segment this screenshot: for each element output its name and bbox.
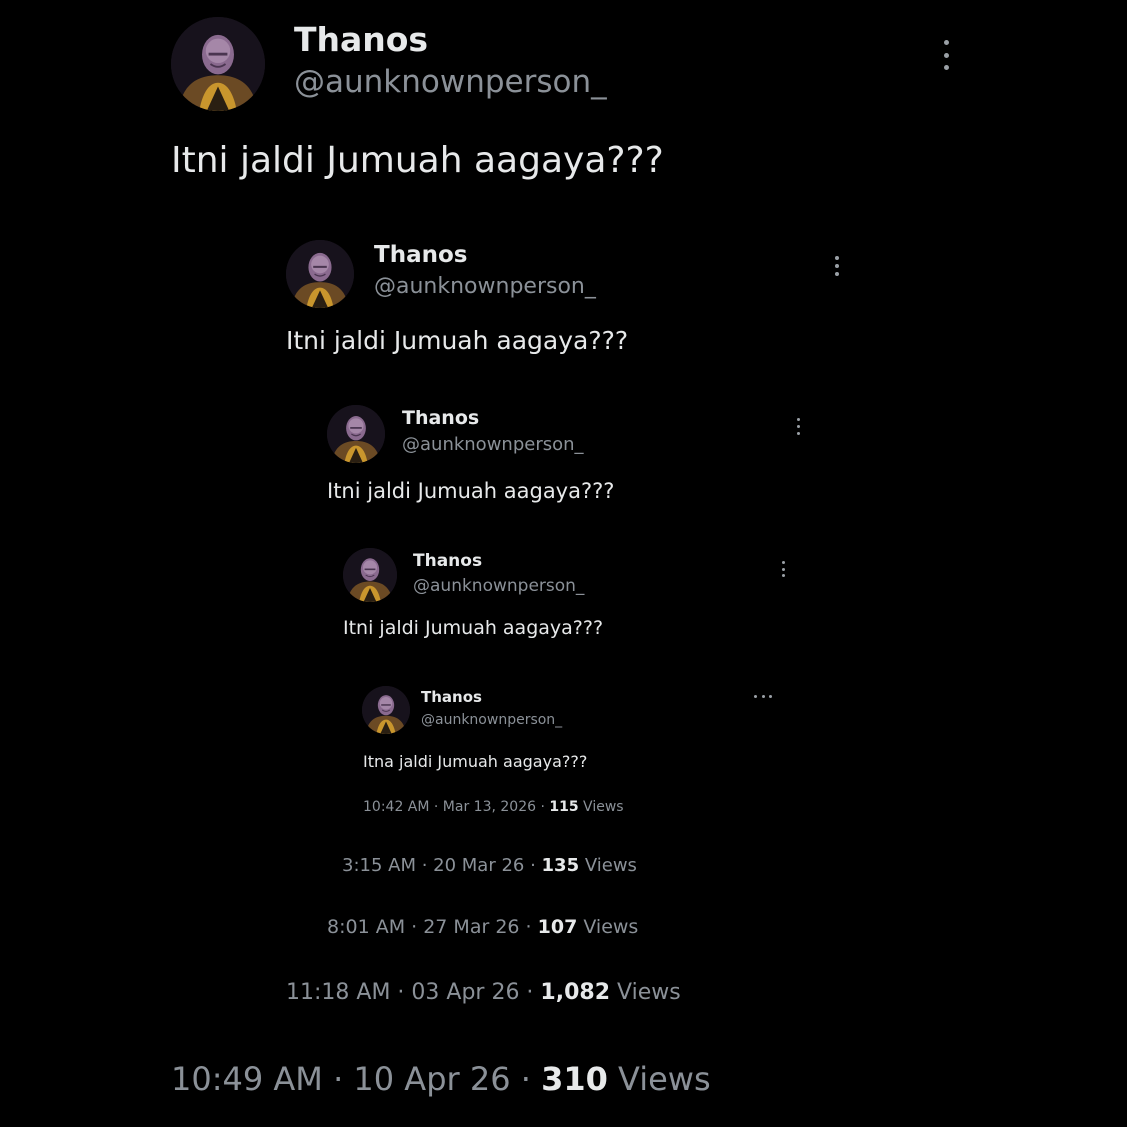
username-handle[interactable]: @aunknownperson_ (294, 64, 607, 100)
views-label: Views (610, 980, 681, 1005)
avatar[interactable] (327, 405, 385, 463)
more-vertical-icon[interactable] (832, 256, 842, 276)
tweet-text: Itni jaldi Jumuah aagaya??? (286, 326, 629, 355)
views-count: 310 (541, 1060, 608, 1098)
display-name[interactable]: Thanos (421, 688, 482, 706)
more-vertical-icon[interactable] (779, 561, 787, 577)
tweet-timestamp-views[interactable]: 8:01 AM · 27 Mar 26 · 107 Views (327, 916, 638, 938)
thanos-avatar-image (171, 17, 265, 111)
username-handle[interactable]: @aunknownperson_ (413, 576, 584, 596)
more-vertical-icon[interactable] (940, 40, 952, 70)
tweet-timestamp-views[interactable]: 10:49 AM · 10 Apr 26 · 310 Views (171, 1060, 711, 1098)
username-handle[interactable]: @aunknownperson_ (421, 712, 562, 728)
avatar[interactable] (286, 240, 354, 308)
tweet-timestamp-views[interactable]: 10:42 AM · Mar 13, 2026 · 115 Views (363, 799, 624, 815)
avatar[interactable] (362, 686, 410, 734)
more-vertical-icon[interactable] (794, 418, 802, 435)
display-name[interactable]: Thanos (374, 242, 467, 268)
tweet-timestamp-views[interactable]: 3:15 AM · 20 Mar 26 · 135 Views (342, 855, 637, 876)
views-label: Views (579, 855, 637, 876)
timestamp: 8:01 AM · 27 Mar 26 · (327, 916, 538, 938)
timestamp: 10:49 AM · 10 Apr 26 · (171, 1060, 542, 1098)
display-name[interactable]: Thanos (413, 551, 482, 571)
views-label: Views (607, 1060, 711, 1098)
thanos-avatar-image (362, 686, 410, 734)
timestamp: 3:15 AM · 20 Mar 26 · (342, 855, 542, 876)
avatar[interactable] (171, 17, 265, 111)
thanos-avatar-image (327, 405, 385, 463)
avatar[interactable] (343, 548, 397, 602)
timestamp: 11:18 AM · 03 Apr 26 · (286, 980, 541, 1005)
more-horizontal-icon[interactable] (754, 694, 772, 698)
views-count: 115 (549, 799, 579, 815)
tweet-text: Itni jaldi Jumuah aagaya??? (343, 617, 604, 639)
tweet-text: Itni jaldi Jumuah aagaya??? (327, 479, 615, 503)
tweet-timestamp-views[interactable]: 11:18 AM · 03 Apr 26 · 1,082 Views (286, 980, 681, 1005)
views-label: Views (577, 916, 639, 938)
views-count: 107 (537, 916, 578, 938)
display-name[interactable]: Thanos (402, 407, 479, 429)
username-handle[interactable]: @aunknownperson_ (402, 434, 584, 455)
thanos-avatar-image (286, 240, 354, 308)
views-count: 1,082 (540, 980, 611, 1005)
thanos-avatar-image (343, 548, 397, 602)
timestamp: 10:42 AM · Mar 13, 2026 · (363, 799, 550, 815)
tweet-text: Itni jaldi Jumuah aagaya??? (171, 140, 664, 181)
display-name[interactable]: Thanos (294, 20, 428, 59)
tweet-text: Itna jaldi Jumuah aagaya??? (363, 752, 588, 771)
views-label: Views (578, 799, 624, 815)
username-handle[interactable]: @aunknownperson_ (374, 274, 596, 299)
views-count: 135 (541, 855, 580, 876)
